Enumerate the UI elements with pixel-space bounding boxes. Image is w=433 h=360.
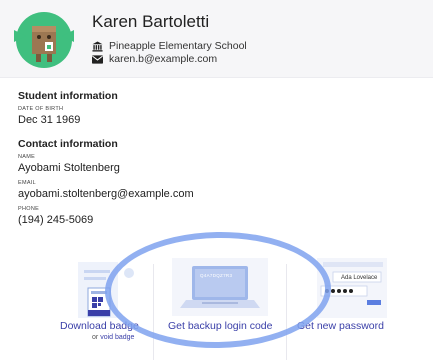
void-badge-link[interactable]: void badge xyxy=(100,334,134,341)
contact-email-label: EMAIL xyxy=(18,180,37,186)
dob-label: DATE OF BIRTH xyxy=(18,106,64,112)
password-example-name: Ada Lovelace xyxy=(341,275,378,281)
school-line: Pineapple Elementary School xyxy=(92,40,247,52)
contact-info-title: Contact information xyxy=(18,138,118,150)
contact-phone-value: (194) 245-5069 xyxy=(18,214,94,226)
contact-email-value: ayobami.stoltenberg@example.com xyxy=(18,188,194,200)
bank-icon xyxy=(92,40,103,52)
email-line: karen.b@example.com xyxy=(92,53,217,65)
contact-name-label: NAME xyxy=(18,154,36,160)
void-badge-line: or void badge xyxy=(92,334,134,341)
student-info-title: Student information xyxy=(18,90,118,102)
envelope-icon xyxy=(92,54,103,64)
avatar xyxy=(14,12,74,68)
profile-email: karen.b@example.com xyxy=(109,53,218,65)
profile-header: Karen Bartoletti Pineapple Elementary Sc… xyxy=(0,0,433,78)
or-text: or xyxy=(92,334,99,341)
dob-value: Dec 31 1969 xyxy=(18,114,81,126)
profile-name: Karen Bartoletti xyxy=(92,12,210,31)
contact-phone-label: PHONE xyxy=(18,206,40,212)
school-name: Pineapple Elementary School xyxy=(109,40,247,52)
contact-name-value: Ayobami Stoltenberg xyxy=(18,162,120,174)
